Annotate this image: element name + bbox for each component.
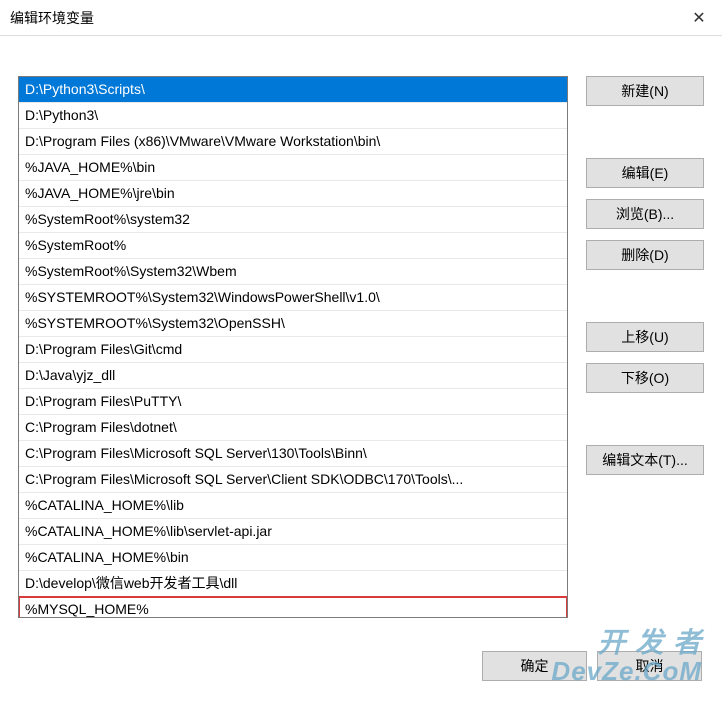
list-item[interactable]: %JAVA_HOME%\bin	[19, 155, 567, 181]
dialog-footer: 确定 取消	[482, 651, 702, 681]
list-item[interactable]: D:\Python3\Scripts\	[19, 77, 567, 103]
list-item[interactable]: %SystemRoot%	[19, 233, 567, 259]
list-item[interactable]: D:\Program Files (x86)\VMware\VMware Wor…	[19, 129, 567, 155]
titlebar: 编辑环境变量 ✕	[0, 0, 722, 36]
path-list[interactable]: D:\Python3\Scripts\D:\Python3\D:\Program…	[18, 76, 568, 618]
list-item[interactable]: %SystemRoot%\System32\Wbem	[19, 259, 567, 285]
list-item[interactable]: D:\Program Files\Git\cmd	[19, 337, 567, 363]
movedown-button[interactable]: 下移(O)	[586, 363, 704, 393]
list-item[interactable]: %SYSTEMROOT%\System32\OpenSSH\	[19, 311, 567, 337]
new-button[interactable]: 新建(N)	[586, 76, 704, 106]
moveup-button[interactable]: 上移(U)	[586, 322, 704, 352]
list-item[interactable]: D:\Python3\	[19, 103, 567, 129]
list-item[interactable]: %CATALINA_HOME%\bin	[19, 545, 567, 571]
edittext-button[interactable]: 编辑文本(T)...	[586, 445, 704, 475]
list-item[interactable]: %CATALINA_HOME%\lib\servlet-api.jar	[19, 519, 567, 545]
list-item[interactable]: %MYSQL_HOME%	[18, 596, 568, 618]
browse-button[interactable]: 浏览(B)...	[586, 199, 704, 229]
list-item[interactable]: D:\Java\yjz_dll	[19, 363, 567, 389]
edit-button[interactable]: 编辑(E)	[586, 158, 704, 188]
dialog-title: 编辑环境变量	[10, 8, 94, 28]
close-icon: ✕	[692, 8, 705, 28]
list-item[interactable]: C:\Program Files\dotnet\	[19, 415, 567, 441]
dialog-content: D:\Python3\Scripts\D:\Python3\D:\Program…	[0, 36, 722, 618]
delete-button[interactable]: 删除(D)	[586, 240, 704, 270]
list-item[interactable]: %SYSTEMROOT%\System32\WindowsPowerShell\…	[19, 285, 567, 311]
list-item[interactable]: %CATALINA_HOME%\lib	[19, 493, 567, 519]
list-item[interactable]: C:\Program Files\Microsoft SQL Server\Cl…	[19, 467, 567, 493]
button-column: 新建(N) 编辑(E) 浏览(B)... 删除(D) 上移(U) 下移(O) 编…	[586, 76, 704, 618]
ok-button[interactable]: 确定	[482, 651, 587, 681]
list-item[interactable]: C:\Program Files\Microsoft SQL Server\13…	[19, 441, 567, 467]
list-item[interactable]: D:\develop\微信web开发者工具\dll	[19, 571, 567, 597]
list-item[interactable]: %JAVA_HOME%\jre\bin	[19, 181, 567, 207]
list-item[interactable]: D:\Program Files\PuTTY\	[19, 389, 567, 415]
cancel-button[interactable]: 取消	[597, 651, 702, 681]
list-item[interactable]: %SystemRoot%\system32	[19, 207, 567, 233]
close-button[interactable]: ✕	[676, 0, 722, 36]
